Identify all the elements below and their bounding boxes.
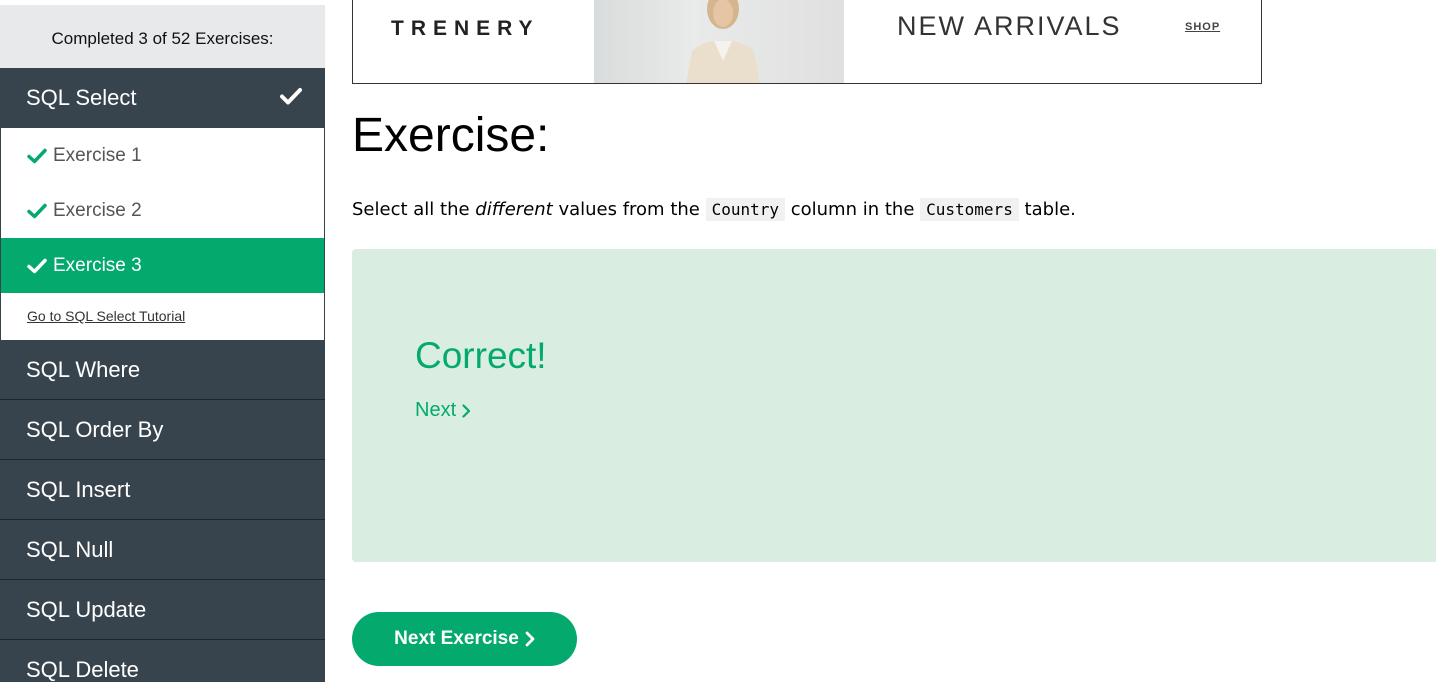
section-sql-insert[interactable]: SQL Insert — [0, 460, 325, 520]
page-title: Exercise: — [352, 109, 550, 162]
check-icon — [280, 88, 302, 105]
next-link[interactable]: Next — [415, 399, 471, 422]
instruction-text: column in the — [785, 199, 921, 220]
code-table: Customers — [920, 198, 1019, 221]
result-title: Correct! — [415, 335, 547, 376]
section-label: SQL Where — [26, 356, 141, 382]
ad-banner[interactable]: TRENERY NEW ARRIVALS SHOP — [352, 0, 1262, 84]
section-label: SQL Update — [26, 596, 147, 622]
ad-brand: TRENERY — [391, 17, 540, 40]
instruction-text: Select all the — [352, 199, 476, 220]
ad-headline: NEW ARRIVALS — [897, 11, 1122, 41]
progress-text: Completed 3 of 52 Exercises: — [0, 5, 325, 68]
section-sql-delete[interactable]: SQL Delete — [0, 640, 325, 682]
section-sql-where[interactable]: SQL Where — [0, 340, 325, 400]
exercise-item-1[interactable]: Exercise 1 — [1, 128, 324, 183]
exercise-label: Exercise 2 — [53, 199, 142, 221]
chevron-right-icon — [525, 631, 535, 647]
section-label: SQL Delete — [26, 656, 139, 682]
chevron-right-icon — [462, 403, 471, 418]
code-column: Country — [705, 198, 786, 221]
next-exercise-label: Next Exercise — [394, 628, 519, 649]
section-label: SQL Null — [26, 536, 114, 562]
instruction-text: values from the — [552, 199, 706, 220]
ad-shop-link[interactable]: SHOP — [1185, 21, 1220, 33]
check-icon — [27, 258, 47, 273]
check-icon — [27, 148, 47, 163]
exercise-label: Exercise 1 — [53, 144, 142, 166]
exercise-item-3[interactable]: Exercise 3 — [1, 238, 324, 293]
section-sql-select[interactable]: SQL Select — [0, 68, 325, 128]
exercise-instruction: Select all the different values from the… — [352, 198, 1076, 221]
exercise-list: Exercise 1 Exercise 2 Exercise 3 Go to S… — [0, 128, 325, 340]
model-figure-icon — [686, 0, 760, 83]
section-sql-null[interactable]: SQL Null — [0, 520, 325, 580]
next-link-label: Next — [415, 399, 457, 421]
section-label: SQL Order By — [26, 416, 164, 442]
next-exercise-button[interactable]: Next Exercise — [352, 612, 577, 666]
check-icon — [27, 203, 47, 218]
instruction-text: table. — [1018, 199, 1076, 220]
result-panel: Correct! Next — [352, 249, 1436, 562]
section-label: SQL Select — [26, 85, 137, 110]
exercise-item-2[interactable]: Exercise 2 — [1, 183, 324, 238]
sidebar: Completed 3 of 52 Exercises: SQL Select … — [0, 0, 325, 682]
section-sql-order-by[interactable]: SQL Order By — [0, 400, 325, 460]
tutorial-link[interactable]: Go to SQL Select Tutorial — [27, 308, 185, 324]
exercise-label: Exercise 3 — [53, 254, 142, 276]
section-sql-update[interactable]: SQL Update — [0, 580, 325, 640]
ad-photo — [594, 0, 844, 83]
instruction-emphasis: different — [475, 199, 553, 220]
section-label: SQL Insert — [26, 476, 131, 502]
